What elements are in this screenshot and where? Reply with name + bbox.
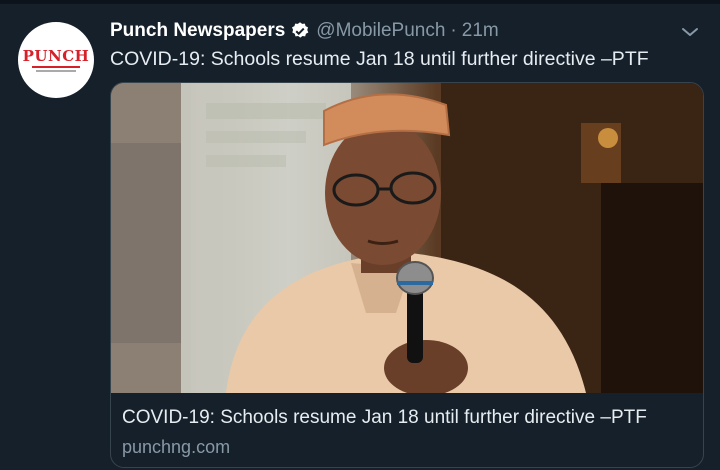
card-domain[interactable]: punchng.com [122,435,230,459]
punch-logo: PUNCH [22,46,90,72]
tweet-text: COVID-19: Schools resume Jan 18 until fu… [110,48,649,70]
card-title[interactable]: COVID-19: Schools resume Jan 18 until fu… [122,406,647,430]
logo-text: PUNCH [22,46,90,65]
verified-badge-icon [290,21,310,41]
logo-sub [36,69,76,72]
tweet-header: Punch Newspapers @MobilePunch · 21m [110,18,499,44]
avatar[interactable]: PUNCH [18,22,94,98]
link-card[interactable]: COVID-19: Schools resume Jan 18 until fu… [110,82,704,468]
logo-bar [32,65,80,68]
top-edge [0,0,720,4]
card-image[interactable] [111,83,703,393]
separator-dot: · [450,20,457,41]
account-name[interactable]: Punch Newspapers [110,18,285,44]
account-handle[interactable]: @MobilePunch [316,18,445,44]
tweet-time[interactable]: 21m [462,18,499,44]
photo-illustration [111,83,703,393]
chevron-down-icon[interactable] [678,22,702,42]
